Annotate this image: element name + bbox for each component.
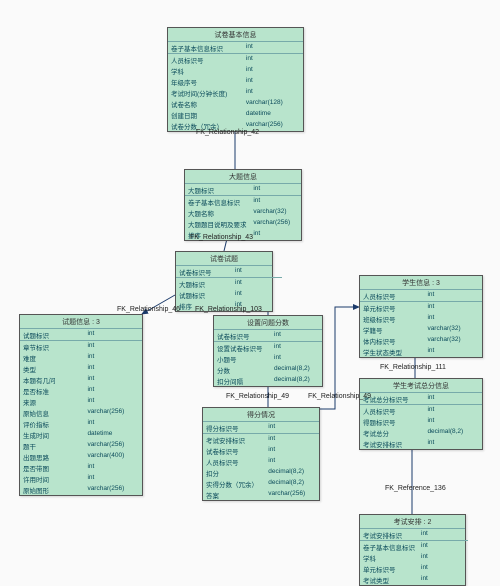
column-row: 人员标识号int: [168, 54, 303, 65]
column-row: 人员标识号int: [360, 405, 482, 416]
column-row: 考试安排标识int: [360, 438, 482, 449]
column-row: 得分标识号int: [203, 422, 319, 434]
entity-title: 学生考试总分信息: [360, 379, 482, 393]
column-row: 体内标识号varchar(32): [360, 335, 482, 346]
column-row: 卷子基本信息标识int: [360, 541, 468, 552]
entity-columns: 考试总分标识号int人员标识号int得题标识号int考试总分decimal(8,…: [360, 393, 482, 449]
column-row: 学科int: [360, 552, 468, 563]
entity-title: 学生信息 : 3: [360, 276, 482, 290]
column-row: 章节标识int: [20, 341, 142, 352]
entity-title: 得分情况: [203, 408, 319, 422]
column-row: 本题有几问int: [20, 374, 142, 385]
column-row: 试卷名称varchar(128): [168, 98, 303, 109]
rel-label-136: FK_Reference_136: [385, 485, 446, 492]
entity-student-total-score[interactable]: 学生考试总分信息 考试总分标识号int人员标识号int得题标识号int考试总分d…: [359, 378, 483, 450]
entity-exam-basic-info[interactable]: 试卷基本信息 卷子基本信息标识int人员标识号int学科int年级序号int考试…: [167, 27, 304, 132]
entity-title: 考试安排 : 2: [360, 515, 465, 529]
column-row: 试卷标识号int: [203, 445, 319, 456]
entity-columns: 考试安排标识int卷子基本信息标识int学科int单元标识号int考试类型int: [360, 529, 468, 585]
column-row: 类型int: [20, 363, 142, 374]
column-row: 试卷标识号int: [176, 266, 282, 278]
column-row: 试题标识int: [20, 329, 142, 341]
column-row: 考试类型int: [360, 574, 468, 585]
rel-label-43: FK_Relationship_43: [190, 234, 253, 241]
entity-columns: 卷子基本信息标识int人员标识号int学科int年级序号int考试时间(分钟长度…: [168, 42, 303, 131]
column-row: 题干varchar(256): [20, 440, 142, 451]
column-row: 卷子基本信息标识int: [185, 196, 301, 207]
column-row: 得题标识号int: [360, 416, 482, 427]
column-row: 试卷标识号int: [214, 330, 322, 342]
column-row: 大题题目说明及要求varchar(256): [185, 218, 301, 229]
entity-big-question[interactable]: 大题信息 大题标识int卷子基本信息标识int大题名称varchar(32)大题…: [184, 169, 302, 241]
column-row: 评价指标int: [20, 418, 142, 429]
column-row: 是否标准int: [20, 385, 142, 396]
rel-label-49a: FK_Relationship_49: [226, 393, 289, 400]
column-row: 来源int: [20, 396, 142, 407]
column-row: 考试时间(分钟长度)int: [168, 87, 303, 98]
column-row: 大题标识int: [185, 184, 301, 196]
column-row: 大题名称varchar(32): [185, 207, 301, 218]
entity-columns: 得分标识号int考试安排标识int试卷标识号int人员标识号int扣分decim…: [203, 422, 319, 500]
entity-paper-question[interactable]: 试卷试题 试卷标识号int大题标识int试题标识int排序int: [175, 251, 273, 312]
entity-title: 试题信息 : 3: [20, 315, 142, 329]
column-row: 扣分decimal(8,2): [203, 467, 319, 478]
entity-score-status[interactable]: 得分情况 得分标识号int考试安排标识int试卷标识号int人员标识号int扣分…: [202, 407, 320, 501]
entity-title: 大题信息: [185, 170, 301, 184]
rel-label-49b: FK_Relationship_49: [308, 393, 371, 400]
rel-label-42: FK_Relationship_42: [196, 129, 259, 136]
rel-label-46: FK_Relationship_46: [117, 306, 180, 313]
column-row: 设置试卷标识号int: [214, 342, 322, 353]
column-row: 难度int: [20, 352, 142, 363]
column-row: 学科int: [168, 65, 303, 76]
rel-label-103: FK_Relationship_103: [195, 306, 262, 313]
column-row: 单元标识号int: [360, 563, 468, 574]
entity-student-info[interactable]: 学生信息 : 3 人员标识号int单元标识号int班级标识号int学籍号varc…: [359, 275, 483, 358]
entity-title: 设置问题分数: [214, 316, 322, 330]
entity-columns: 大题标识int卷子基本信息标识int大题名称varchar(32)大题题目说明及…: [185, 184, 301, 240]
column-row: 考试总分标识号int: [360, 393, 482, 405]
column-row: 分数decimal(8,2): [214, 364, 322, 375]
column-row: 考试安排标识int: [360, 529, 468, 541]
column-row: 答案varchar(256): [203, 489, 319, 500]
column-row: 创建日期datetime: [168, 109, 303, 120]
column-row: 卷子基本信息标识int: [168, 42, 303, 54]
column-row: 生成时间datetime: [20, 429, 142, 440]
entity-columns: 试卷标识号int大题标识int试题标识int排序int: [176, 266, 282, 311]
entity-exam-arrangement[interactable]: 考试安排 : 2 考试安排标识int卷子基本信息标识int学科int单元标识号i…: [359, 514, 466, 586]
column-row: 考试安排标识int: [203, 434, 319, 445]
entity-question-info[interactable]: 试题信息 : 3 试题标识int章节标识int难度int类型int本题有几问in…: [19, 314, 143, 496]
column-row: 考试总分decimal(8,2): [360, 427, 482, 438]
entity-columns: 试卷标识号int设置试卷标识号int小题号int分数decimal(8,2)扣分…: [214, 330, 322, 386]
column-row: 单元标识号int: [360, 302, 482, 313]
column-row: 扣分间隔decimal(8,2): [214, 375, 322, 386]
column-row: 试题标识int: [176, 289, 282, 300]
entity-title: 试卷试题: [176, 252, 272, 266]
entity-set-question-score[interactable]: 设置问题分数 试卷标识号int设置试卷标识号int小题号int分数decimal…: [213, 315, 323, 387]
column-row: 年级序号int: [168, 76, 303, 87]
column-row: 学籍号varchar(32): [360, 324, 482, 335]
column-row: 小题号int: [214, 353, 322, 364]
column-row: 人员标识号int: [203, 456, 319, 467]
column-row: 原始信息varchar(256): [20, 407, 142, 418]
entity-columns: 人员标识号int单元标识号int班级标识号int学籍号varchar(32)体内…: [360, 290, 482, 357]
column-row: 是否带图int: [20, 462, 142, 473]
column-row: 原始图形varchar(256): [20, 484, 142, 495]
rel-label-111: FK_Relationship_111: [380, 364, 446, 371]
entity-columns: 试题标识int章节标识int难度int类型int本题有几问int是否标准int来…: [20, 329, 142, 495]
column-row: 实得分数（冗余）decimal(8,2): [203, 478, 319, 489]
column-row: 人员标识号int: [360, 290, 482, 302]
column-row: 班级标识号int: [360, 313, 482, 324]
column-row: 学生状态类型int: [360, 346, 482, 357]
column-row: 出题思路varchar(400): [20, 451, 142, 462]
column-row: 大题标识int: [176, 278, 282, 289]
entity-title: 试卷基本信息: [168, 28, 303, 42]
column-row: 许用时间int: [20, 473, 142, 484]
